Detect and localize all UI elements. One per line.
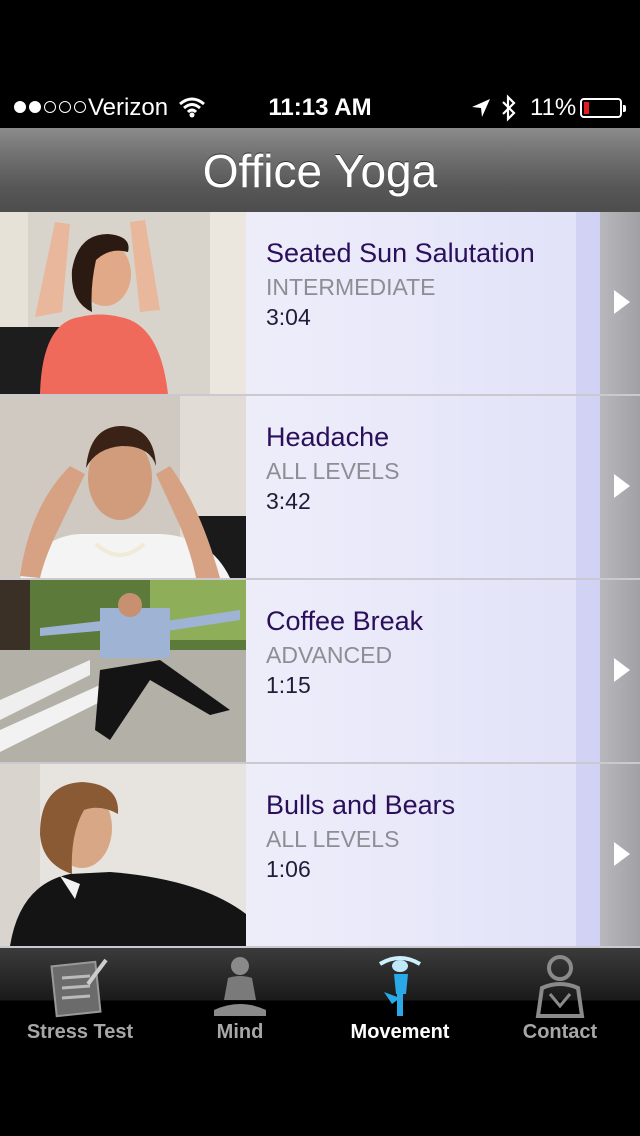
yoga-tree-pose-icon: [378, 956, 422, 1016]
tab-bar: Stress Test Mind Movement Contact: [0, 948, 640, 1052]
tab-movement[interactable]: Movement: [320, 948, 480, 1052]
tab-label: Contact: [522, 1021, 598, 1043]
exercise-level: ADVANCED: [266, 642, 393, 668]
exercise-row[interactable]: Bulls and Bears ALL LEVELS 1:06: [0, 764, 640, 946]
tab-label: Movement: [350, 1021, 450, 1043]
screen-bottom: [0, 1052, 640, 1136]
chevron-right-icon: [614, 290, 630, 314]
tab-mind[interactable]: Mind: [160, 948, 320, 1052]
exercise-info[interactable]: Coffee Break ADVANCED 1:15: [246, 580, 600, 762]
exercise-thumbnail: [0, 580, 246, 762]
exercise-thumbnail: [0, 764, 246, 946]
exercise-row[interactable]: Headache ALL LEVELS 3:42: [0, 396, 640, 578]
exercise-row[interactable]: Coffee Break ADVANCED 1:15: [0, 580, 640, 762]
exercise-level: ALL LEVELS: [266, 826, 400, 852]
page-title: Office Yoga: [202, 145, 438, 197]
exercise-duration: 1:06: [266, 856, 311, 882]
tab-label: Stress Test: [26, 1021, 134, 1043]
exercise-thumbnail: [0, 396, 246, 578]
exercise-duration: 3:04: [266, 304, 311, 330]
battery-icon: [580, 98, 626, 118]
meditating-figure-icon: [214, 957, 266, 1016]
tab-label: Mind: [216, 1021, 264, 1043]
navigation-bar: Office Yoga: [0, 128, 640, 213]
exercise-duration: 3:42: [266, 488, 311, 514]
tab-contact[interactable]: Contact: [480, 948, 640, 1052]
disclosure-button[interactable]: [600, 764, 640, 946]
status-bar: Verizon 11:13 AM 11%: [0, 0, 640, 128]
exercise-list[interactable]: Seated Sun Salutation INTERMEDIATE 3:04: [0, 212, 640, 948]
bluetooth-icon: [502, 94, 516, 122]
battery-percent: 11%: [530, 94, 577, 121]
exercise-info[interactable]: Headache ALL LEVELS 3:42: [246, 396, 600, 578]
exercise-info[interactable]: Seated Sun Salutation INTERMEDIATE 3:04: [246, 212, 600, 394]
exercise-level: ALL LEVELS: [266, 458, 400, 484]
disclosure-button[interactable]: [600, 212, 640, 394]
clipboard-checklist-icon: [50, 958, 108, 1018]
chevron-right-icon: [614, 474, 630, 498]
exercise-level: INTERMEDIATE: [266, 274, 436, 300]
location-arrow-icon: [472, 99, 490, 117]
chevron-right-icon: [614, 658, 630, 682]
disclosure-button[interactable]: [600, 580, 640, 762]
exercise-title: Headache: [266, 422, 390, 452]
tab-stress-test[interactable]: Stress Test: [0, 948, 160, 1052]
person-contact-icon: [535, 955, 585, 1018]
exercise-title: Coffee Break: [266, 606, 424, 636]
exercise-title: Seated Sun Salutation: [266, 238, 535, 268]
disclosure-button[interactable]: [600, 396, 640, 578]
exercise-thumbnail: [0, 212, 246, 394]
exercise-duration: 1:15: [266, 672, 311, 698]
exercise-title: Bulls and Bears: [266, 790, 456, 820]
exercise-row[interactable]: Seated Sun Salutation INTERMEDIATE 3:04: [0, 212, 640, 394]
exercise-info[interactable]: Bulls and Bears ALL LEVELS 1:06: [246, 764, 600, 946]
chevron-right-icon: [614, 842, 630, 866]
